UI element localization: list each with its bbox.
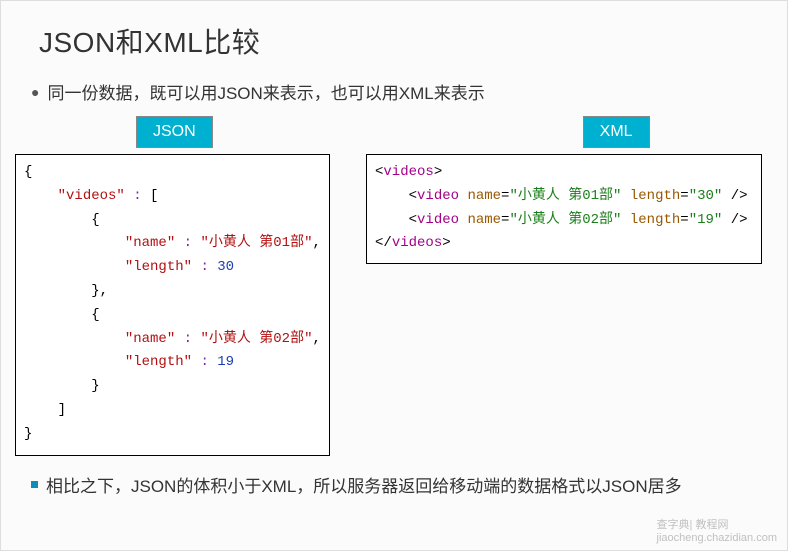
json-key-videos: "videos" (58, 188, 125, 204)
watermark-divider-icon: | (690, 519, 693, 531)
json-val-name-1: "小黄人 第01部" (200, 235, 312, 251)
json-val-length-1: 30 (217, 259, 234, 275)
xml-val-name-2: "小黄人 第02部" (509, 212, 621, 228)
badge-row: JSON XML (1, 116, 787, 148)
bullet-square-icon (31, 481, 38, 488)
page-title: JSON和XML比较 (39, 21, 787, 61)
xml-attr-length-1: length (630, 188, 680, 204)
xml-attr-name-2: name (467, 212, 501, 228)
bullet-dot-icon: ● (31, 85, 39, 99)
xml-attr-name-1: name (467, 188, 501, 204)
json-key-length-2: "length" (125, 354, 192, 370)
xml-badge: XML (583, 116, 650, 148)
json-code-block: { "videos" : [ { "name" : "小黄人 第01部", "l… (15, 154, 330, 456)
xml-attr-length-2: length (630, 212, 680, 228)
watermark-right: 教程网 (695, 519, 728, 531)
xml-item-tag-2: video (417, 212, 459, 228)
bullet-text-2: 相比之下，JSON的体积小于XML，所以服务器返回给移动端的数据格式以JSON居… (46, 472, 682, 497)
json-val-length-2: 19 (217, 354, 234, 370)
json-badge: JSON (136, 116, 213, 148)
watermark: 查字典| 教程网 jiaocheng.chazidian.com (657, 516, 777, 544)
json-key-length-1: "length" (125, 259, 192, 275)
xml-open-tag: videos (383, 164, 433, 180)
json-val-name-2: "小黄人 第02部" (200, 331, 312, 347)
bullet-item-2: 相比之下，JSON的体积小于XML，所以服务器返回给移动端的数据格式以JSON居… (31, 472, 757, 497)
xml-val-length-2: "19" (689, 212, 723, 228)
watermark-url: jiaocheng.chazidian.com (657, 532, 777, 544)
code-panels: { "videos" : [ { "name" : "小黄人 第01部", "l… (1, 154, 787, 456)
xml-code-block: <videos> <video name="小黄人 第01部" length="… (366, 154, 762, 264)
json-key-name-1: "name" (125, 235, 175, 251)
xml-close-tag: videos (392, 235, 442, 251)
xml-item-tag-1: video (417, 188, 459, 204)
xml-val-name-1: "小黄人 第01部" (509, 188, 621, 204)
bullet-text-1: 同一份数据，既可以用JSON来表示，也可以用XML来表示 (47, 79, 484, 104)
xml-val-length-1: "30" (689, 188, 723, 204)
bullet-item-1: ● 同一份数据，既可以用JSON来表示，也可以用XML来表示 (31, 79, 757, 104)
json-key-name-2: "name" (125, 331, 175, 347)
watermark-left: 查字典 (657, 519, 690, 531)
